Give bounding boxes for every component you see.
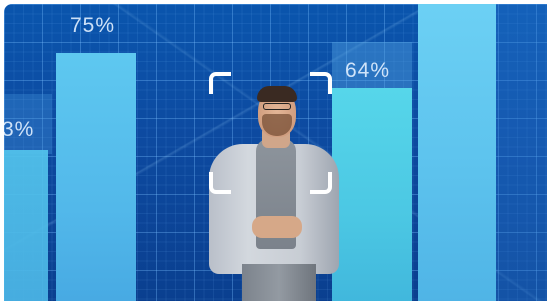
focus-frame-corner-icon [209,172,231,194]
bar-left [4,150,48,301]
bar-label-75: 75% [70,14,116,37]
presenter-trousers [242,264,316,301]
bar-label-64: 64% [345,59,391,82]
bar-right-edge [496,4,547,301]
presenter-glasses [263,103,291,110]
bar-label-left: 3% [4,118,35,141]
focus-frame-corner-icon [310,72,332,94]
focus-frame-corner-icon [209,72,231,94]
focus-frame-corner-icon [310,172,332,194]
presenter-hands [252,216,302,238]
presenter-hair [257,86,297,102]
bar-75 [56,53,136,301]
bar-right [418,4,496,301]
hero-image: 3% 75% 64% [4,4,547,301]
